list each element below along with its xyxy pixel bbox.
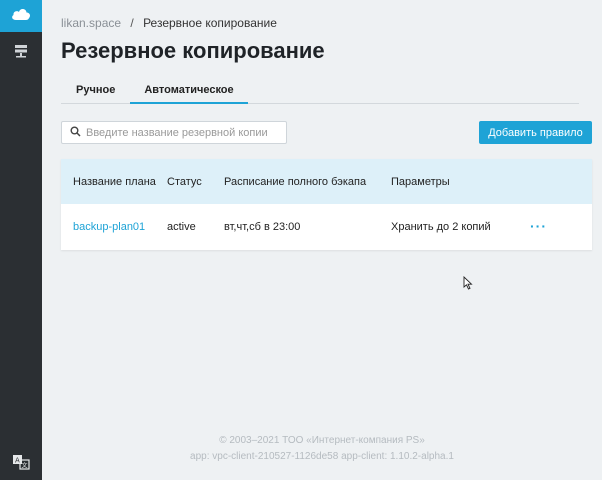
breadcrumb-root[interactable]: likan.space bbox=[61, 16, 121, 30]
table-row: backup-plan01 active вт,чт,сб в 23:00 Хр… bbox=[61, 204, 592, 250]
cell-actions: ··· bbox=[530, 218, 570, 234]
page-title: Резервное копирование bbox=[61, 38, 325, 63]
cell-schedule: вт,чт,сб в 23:00 bbox=[224, 221, 301, 233]
footer-copyright: © 2003–2021 ТОО «Интернет-компания PS» bbox=[219, 435, 425, 446]
backup-plans-table: Название плана Статус Расписание полного… bbox=[61, 159, 592, 250]
breadcrumb: likan.space / Резервное копирование bbox=[61, 16, 277, 30]
column-header-params: Параметры bbox=[391, 175, 450, 188]
app: A 文 likan.space / Резервное копирование … bbox=[0, 0, 602, 480]
tab-manual[interactable]: Ручное bbox=[61, 80, 130, 104]
cell-params: Хранить до 2 копий bbox=[391, 221, 491, 233]
footer: © 2003–2021 ТОО «Интернет-компания PS» a… bbox=[42, 433, 602, 465]
sidebar-item-servers[interactable] bbox=[0, 36, 42, 70]
mouse-cursor-icon bbox=[463, 275, 473, 295]
breadcrumb-separator: / bbox=[130, 16, 134, 30]
breadcrumb-current: Резервное копирование bbox=[143, 16, 277, 30]
plan-name-link[interactable]: backup-plan01 bbox=[73, 221, 145, 233]
search-input[interactable] bbox=[86, 126, 276, 139]
footer-version: app: vpc-client-210527-1126de58 app-clie… bbox=[190, 451, 454, 462]
sidebar: A 文 bbox=[0, 0, 42, 480]
search-icon bbox=[70, 124, 81, 142]
cloud-icon bbox=[11, 7, 31, 26]
column-header-schedule: Расписание полного бэкапа bbox=[224, 175, 367, 188]
translate-icon: A 文 bbox=[12, 454, 30, 475]
svg-text:A: A bbox=[15, 456, 20, 464]
cell-plan-name: backup-plan01 bbox=[61, 221, 167, 233]
svg-text:文: 文 bbox=[22, 461, 28, 469]
server-icon bbox=[14, 44, 28, 63]
more-actions-icon[interactable]: ··· bbox=[530, 218, 547, 234]
tab-automatic[interactable]: Автоматическое bbox=[130, 80, 248, 104]
column-header-status: Статус bbox=[167, 175, 202, 188]
add-rule-button[interactable]: Добавить правило bbox=[479, 121, 592, 144]
sidebar-logo[interactable] bbox=[0, 0, 42, 32]
main-content: likan.space / Резервное копирование Резе… bbox=[42, 0, 602, 480]
column-header-name: Название плана bbox=[73, 175, 156, 188]
tabs: Ручное Автоматическое bbox=[61, 80, 579, 104]
table-header: Название плана Статус Расписание полного… bbox=[61, 159, 592, 204]
cell-status: active bbox=[167, 221, 196, 233]
search-box bbox=[61, 121, 287, 144]
language-switcher[interactable]: A 文 bbox=[0, 448, 42, 480]
